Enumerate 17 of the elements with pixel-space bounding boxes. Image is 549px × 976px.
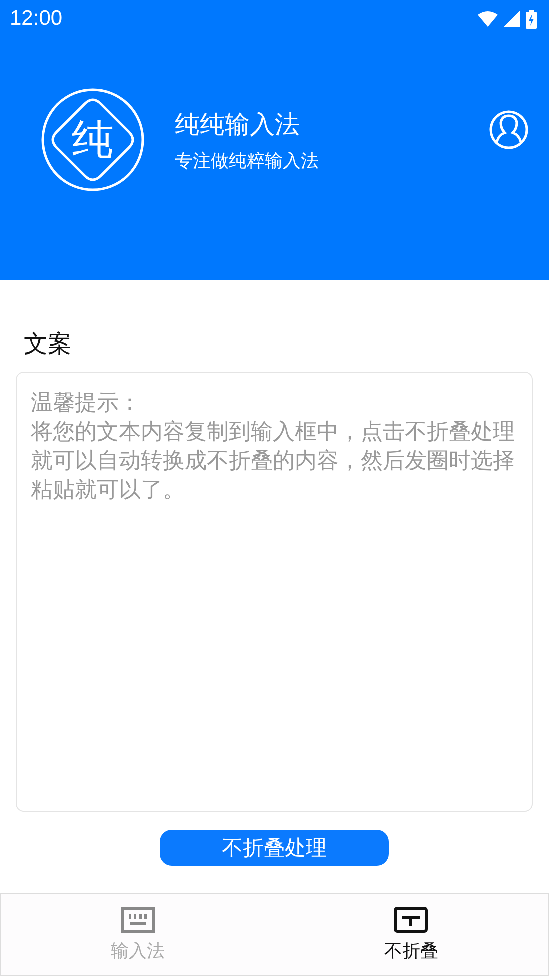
status-time: 12:00 — [10, 7, 63, 31]
logo-icon: 纯 — [41, 88, 145, 192]
process-button[interactable]: 不折叠处理 — [160, 830, 389, 866]
hint-text: 将您的文本内容复制到输入框中，点击不折叠处理就可以自动转换成不折叠的内容，然后发圈时选择粘贴就可以了。 — [31, 419, 516, 505]
keyboard-icon — [120, 906, 155, 932]
hint-title: 温馨提示： — [31, 390, 142, 418]
battery-icon — [526, 10, 537, 28]
nav-tab[interactable]: 不折叠 — [274, 894, 548, 975]
signal-icon — [504, 11, 520, 27]
text-box-icon — [394, 906, 428, 932]
wifi-icon — [478, 11, 498, 27]
nav-tab[interactable]: 输入法 — [1, 894, 274, 975]
app-subtitle: 专注做纯粹输入法 — [175, 150, 320, 172]
section-label: 文案 — [24, 329, 73, 360]
app-title: 纯纯输入法 — [175, 108, 301, 140]
user-icon[interactable] — [489, 110, 529, 150]
text-input-field[interactable]: 温馨提示： 将您的文本内容复制到输入框中，点击不折叠处理就可以自动转换成不折叠的内容，然后发圈时选择粘贴就可以了。 — [16, 372, 533, 812]
